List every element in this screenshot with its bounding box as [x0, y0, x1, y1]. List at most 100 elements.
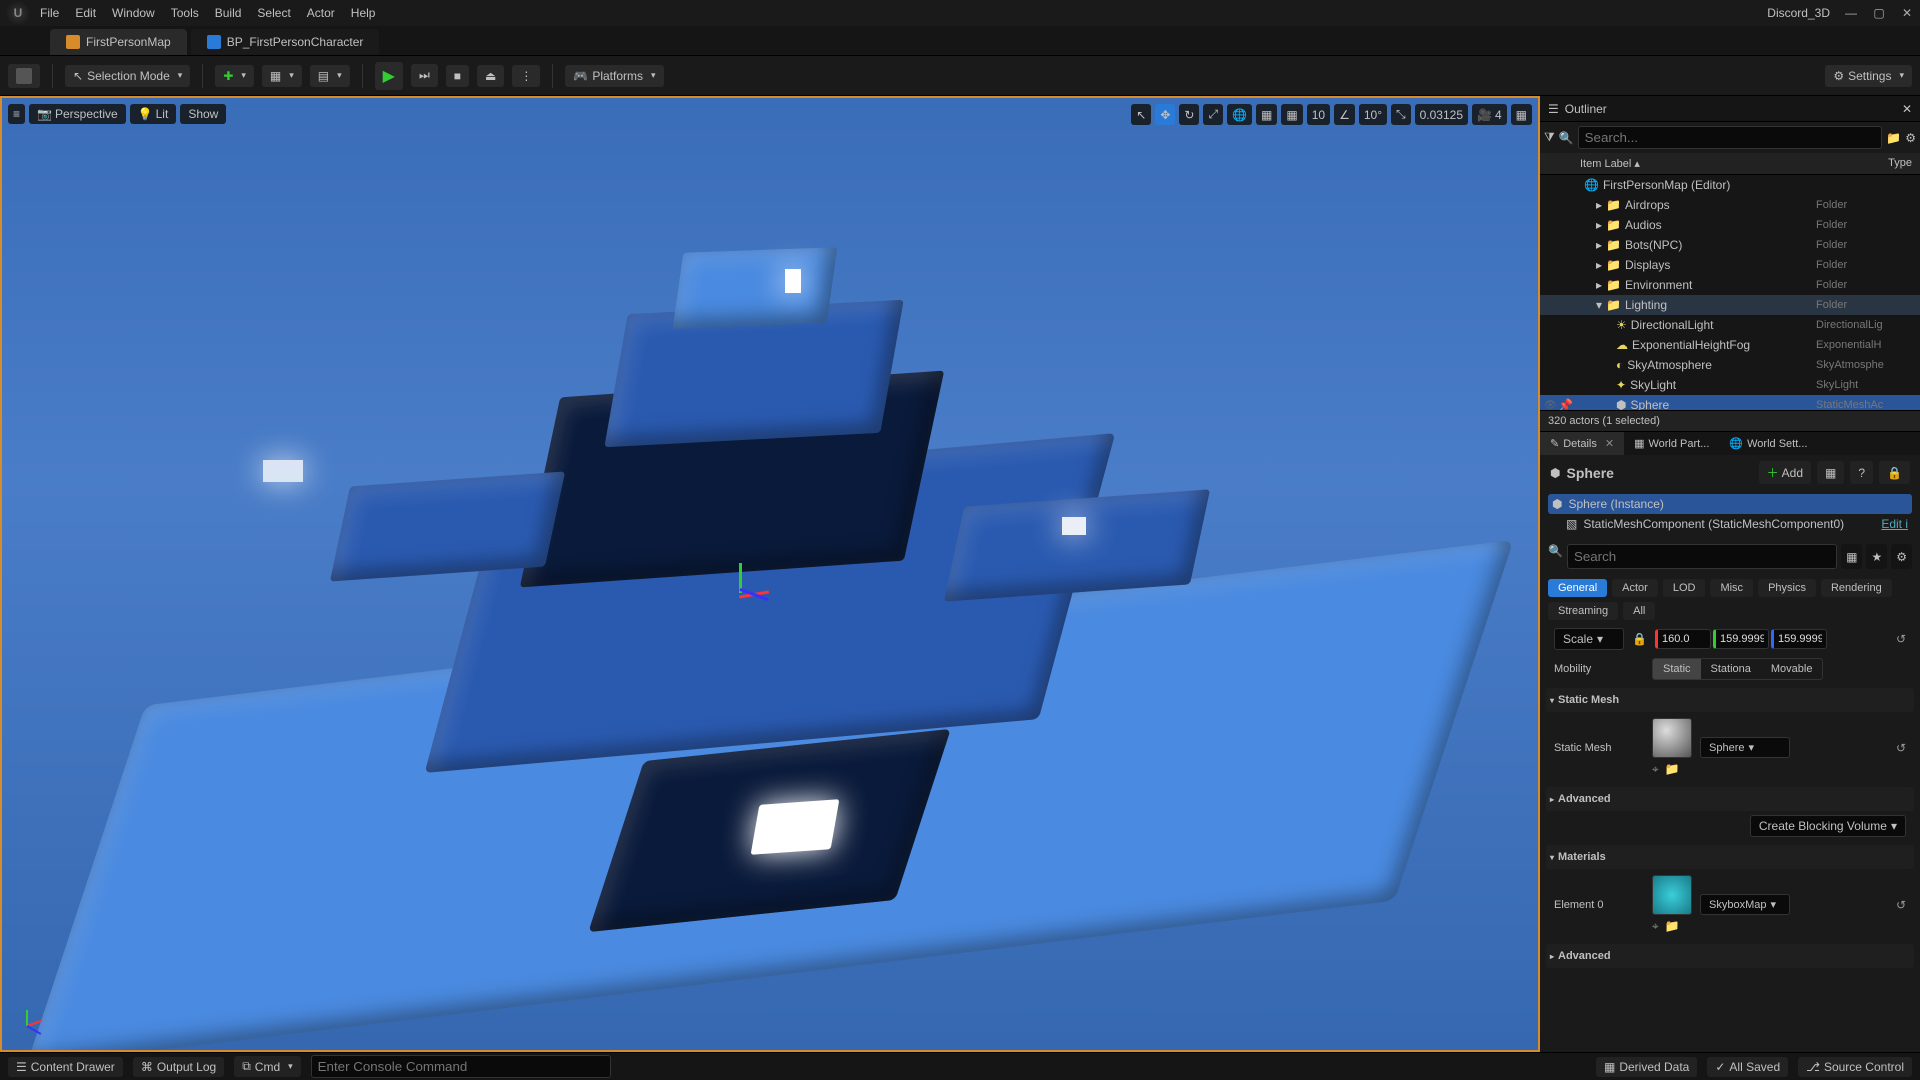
camera-speed-button[interactable]: 🎥4	[1472, 104, 1507, 125]
chip-streaming[interactable]: Streaming	[1548, 602, 1618, 620]
menu-build[interactable]: Build	[215, 6, 242, 20]
section-advanced-materials[interactable]: ▸Advanced	[1546, 944, 1914, 968]
reset-mesh-icon[interactable]: ↺	[1896, 741, 1906, 755]
save-status-button[interactable]: ✓ All Saved	[1707, 1057, 1788, 1077]
tree-item[interactable]: ◐ SkyAtmosphereSkyAtmosphe	[1540, 355, 1920, 375]
view-perspective-dropdown[interactable]: 📷Perspective	[29, 104, 126, 124]
mobility-static[interactable]: Static	[1653, 659, 1701, 679]
grid-snap-value[interactable]: 10	[1307, 104, 1330, 125]
menu-actor[interactable]: Actor	[307, 6, 335, 20]
browse-asset-icon[interactable]: 📁	[1665, 919, 1680, 934]
tree-item-sphere[interactable]: 👁📌⬢ SphereStaticMeshAc	[1540, 395, 1920, 410]
close-button[interactable]: ✕	[1900, 6, 1914, 20]
outliner-col-label[interactable]: Item Label ▴	[1580, 157, 1888, 170]
add-folder-icon[interactable]: 📁	[1886, 131, 1901, 145]
content-drawer-button[interactable]: ☰ Content Drawer	[8, 1057, 123, 1077]
material-dropdown[interactable]: SkyboxMap ▾	[1700, 894, 1790, 915]
surface-snap-toggle[interactable]: ▦	[1256, 104, 1277, 125]
view-lit-dropdown[interactable]: 💡Lit	[130, 104, 177, 124]
help-button[interactable]: ?	[1850, 461, 1873, 484]
angle-snap-value[interactable]: 10°	[1359, 104, 1387, 125]
static-mesh-dropdown[interactable]: Sphere ▾	[1700, 737, 1790, 758]
tab-world-partition[interactable]: ▦ World Part...	[1624, 432, 1719, 455]
stop-button[interactable]: ■	[446, 65, 469, 87]
chip-misc[interactable]: Misc	[1710, 579, 1753, 597]
edit-in-bp-link[interactable]: Edit i	[1881, 517, 1908, 531]
menu-select[interactable]: Select	[257, 6, 290, 20]
use-selected-icon[interactable]: ⌖	[1652, 919, 1659, 934]
section-advanced-mesh[interactable]: ▸Advanced	[1546, 787, 1914, 811]
select-tool[interactable]: ↖	[1131, 104, 1151, 125]
menu-edit[interactable]: Edit	[75, 6, 96, 20]
material-thumbnail[interactable]	[1652, 875, 1692, 915]
tab-bp-firstpersoncharacter[interactable]: BP_FirstPersonCharacter	[191, 29, 380, 55]
menu-window[interactable]: Window	[112, 6, 155, 20]
create-blocking-volume-dropdown[interactable]: Create Blocking Volume ▾	[1750, 815, 1906, 837]
tab-world-settings[interactable]: 🌐 World Sett...	[1719, 432, 1817, 455]
add-component-button[interactable]: ＋Add	[1759, 461, 1811, 484]
lock-scale-icon[interactable]: 🔒	[1632, 632, 1647, 646]
use-selected-icon[interactable]: ⌖	[1652, 762, 1659, 777]
viewport-menu-button[interactable]: ≡	[8, 104, 25, 124]
scale-x-input[interactable]	[1655, 629, 1711, 649]
chip-general[interactable]: General	[1548, 579, 1607, 597]
eject-button[interactable]: ⏏	[477, 65, 504, 87]
chip-all[interactable]: All	[1623, 602, 1655, 620]
scale-tool[interactable]: ⤢	[1203, 104, 1223, 125]
tree-folder-lighting[interactable]: ▾ 📁 LightingFolder	[1540, 295, 1920, 315]
favorite-icon[interactable]: ★	[1866, 544, 1887, 569]
maximize-button[interactable]: ▢	[1872, 6, 1886, 20]
scale-z-input[interactable]	[1771, 629, 1827, 649]
ue-logo-icon[interactable]: U	[6, 1, 30, 25]
outliner-col-type[interactable]: Type	[1888, 157, 1912, 170]
mobility-movable[interactable]: Movable	[1761, 659, 1823, 679]
details-body[interactable]: Scale ▾ 🔒 ↺ Mobility Static Stationa Mov…	[1540, 624, 1920, 1052]
static-mesh-thumbnail[interactable]	[1652, 718, 1692, 758]
output-log-button[interactable]: ⌘ Output Log	[133, 1057, 224, 1077]
details-search-input[interactable]	[1567, 544, 1837, 569]
cinematics-dropdown[interactable]: ▤	[310, 65, 350, 87]
tree-folder[interactable]: ▸ 📁 DisplaysFolder	[1540, 255, 1920, 275]
outliner-search-input[interactable]	[1578, 126, 1883, 149]
tree-item[interactable]: ✦ SkyLightSkyLight	[1540, 375, 1920, 395]
step-button[interactable]: ⏭	[411, 64, 438, 87]
coord-space-toggle[interactable]: 🌐	[1227, 104, 1252, 125]
chip-actor[interactable]: Actor	[1612, 579, 1658, 597]
component-staticmesh[interactable]: ▧ StaticMeshComponent (StaticMeshCompone…	[1548, 514, 1912, 534]
component-root[interactable]: ⬢ Sphere (Instance)	[1548, 494, 1912, 514]
section-materials[interactable]: ▾Materials	[1546, 845, 1914, 869]
viewport-layout-button[interactable]: ▦	[1511, 104, 1532, 125]
menu-help[interactable]: Help	[351, 6, 376, 20]
filter-icon[interactable]: ⧩	[1544, 130, 1555, 145]
tab-details[interactable]: ✎ Details✕	[1540, 432, 1624, 455]
derived-data-button[interactable]: ▦ Derived Data	[1596, 1057, 1697, 1077]
minimize-button[interactable]: —	[1844, 6, 1858, 20]
tree-folder[interactable]: ▸ 📁 AirdropsFolder	[1540, 195, 1920, 215]
tree-root[interactable]: 🌐 FirstPersonMap (Editor)	[1540, 175, 1920, 195]
browse-asset-icon[interactable]: 📁	[1665, 762, 1680, 777]
platforms-dropdown[interactable]: 🎮 Platforms	[565, 65, 663, 87]
play-options-dropdown[interactable]: ⋮	[512, 65, 540, 87]
chip-physics[interactable]: Physics	[1758, 579, 1816, 597]
scale-snap-value[interactable]: 0.03125	[1415, 104, 1468, 125]
grid-snap-toggle[interactable]: ▦	[1281, 104, 1302, 125]
grid-view-icon[interactable]: ▦	[1841, 544, 1862, 569]
chip-rendering[interactable]: Rendering	[1821, 579, 1892, 597]
lock-button[interactable]: 🔒	[1879, 461, 1910, 484]
outliner-settings-icon[interactable]: ⚙	[1905, 131, 1916, 145]
browse-button[interactable]: ▦	[1817, 461, 1844, 484]
viewport[interactable]: ≡ 📷Perspective 💡Lit Show ↖ ✥ ↻ ⤢ 🌐 ▦ ▦ 1…	[0, 96, 1540, 1052]
menu-tools[interactable]: Tools	[171, 6, 199, 20]
save-button[interactable]	[8, 64, 40, 88]
blueprint-dropdown[interactable]: ▦	[262, 65, 302, 87]
menu-file[interactable]: File	[40, 6, 59, 20]
tree-folder[interactable]: ▸ 📁 Bots(NPC)Folder	[1540, 235, 1920, 255]
mobility-toggle[interactable]: Static Stationa Movable	[1652, 658, 1823, 680]
scale-snap-toggle[interactable]: ⤡	[1391, 104, 1411, 125]
rotate-tool[interactable]: ↻	[1179, 104, 1199, 125]
cmd-dropdown[interactable]: ⧉ Cmd	[234, 1056, 300, 1077]
view-show-dropdown[interactable]: Show	[180, 104, 226, 124]
reset-scale-icon[interactable]: ↺	[1896, 632, 1906, 646]
outliner-tree[interactable]: 🌐 FirstPersonMap (Editor) ▸ 📁 AirdropsFo…	[1540, 175, 1920, 410]
mobility-stationary[interactable]: Stationa	[1701, 659, 1761, 679]
